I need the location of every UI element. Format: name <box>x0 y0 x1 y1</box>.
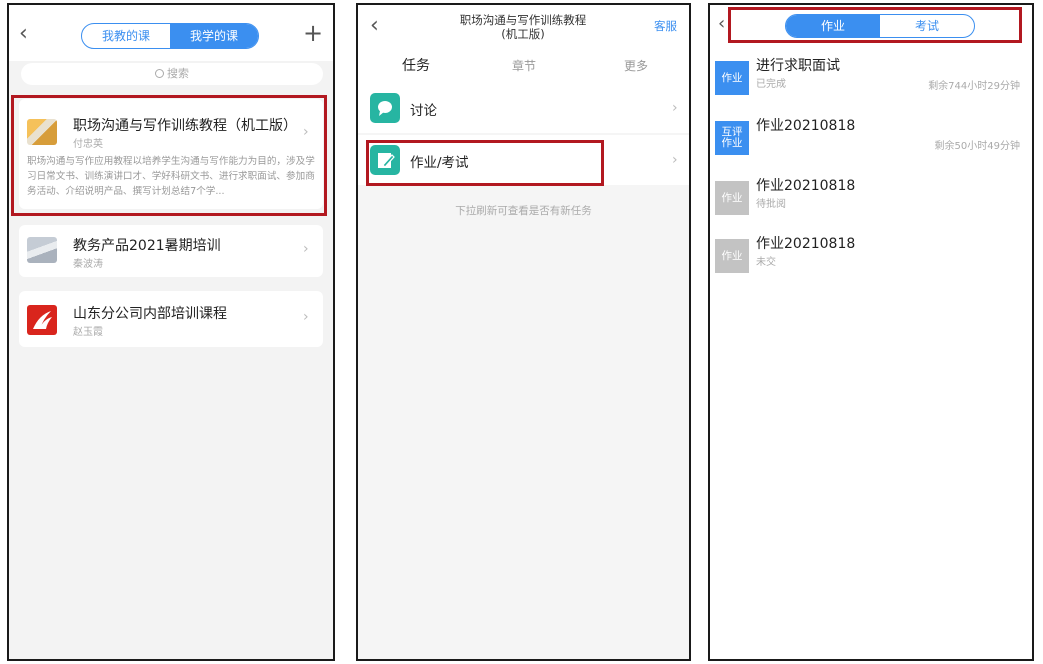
homework-status: 已完成 <box>756 79 786 90</box>
course-title: 职场沟通与写作训练教程（机工版） <box>73 118 297 134</box>
homework-item[interactable]: 互评 作业 作业20210818 剩余50小时49分钟 <box>710 113 1032 169</box>
peer-review-badge: 互评 作业 <box>715 121 749 155</box>
chevron-right-icon: › <box>303 309 309 325</box>
homework-item[interactable]: 作业 作业20210818 待批阅 <box>710 173 1032 229</box>
back-chevron-icon[interactable]: ‹ <box>19 23 28 45</box>
homework-title: 作业20210818 <box>756 118 856 134</box>
course-teacher: 秦波涛 <box>73 259 103 270</box>
homework-status: 未交 <box>756 257 776 268</box>
homework-title: 作业20210818 <box>756 178 856 194</box>
tab-learning-courses[interactable]: 我学的课 <box>170 24 258 48</box>
course-teacher: 赵玉霞 <box>73 327 103 338</box>
page-title: 职场沟通与写作训练教程 (机工版) <box>428 13 618 41</box>
chevron-right-icon: › <box>303 241 309 257</box>
course-title: 教务产品2021暑期培训 <box>73 238 221 254</box>
task-item-discussion[interactable]: 讨论 › <box>358 83 689 133</box>
homework-badge: 作业 <box>715 239 749 273</box>
homework-segment-control: 作业 考试 <box>785 14 975 38</box>
chevron-right-icon: › <box>672 100 678 116</box>
tab-more[interactable]: 更多 <box>624 57 648 74</box>
course-segment-control: 我教的课 我学的课 <box>81 23 259 49</box>
tab-exam[interactable]: 考试 <box>880 15 974 37</box>
tab-tasks[interactable]: 任务 <box>402 55 430 75</box>
discussion-bubble-icon <box>370 93 400 123</box>
homework-item[interactable]: 作业 作业20210818 未交 <box>710 231 1032 287</box>
chevron-right-icon: › <box>672 152 678 168</box>
homework-list-screen: ‹ 作业 考试 作业 进行求职面试 已完成 剩余744小时29分钟 互评 作业 … <box>708 3 1034 661</box>
homework-title: 进行求职面试 <box>756 58 840 74</box>
course-detail-screen: ‹ 职场沟通与写作训练教程 (机工版) 客服 任务 章节 更多 讨论 › 作业/… <box>356 3 691 661</box>
homework-badge: 作业 <box>715 181 749 215</box>
tab-homework[interactable]: 作业 <box>786 15 880 37</box>
homework-status: 待批阅 <box>756 199 786 210</box>
search-placeholder: 搜索 <box>167 67 189 80</box>
course-card[interactable]: 教务产品2021暑期培训 秦波涛 › <box>19 225 323 277</box>
course-thumbnail-icon <box>27 119 57 145</box>
course-card[interactable]: 职场沟通与写作训练教程（机工版） 付忠英 › 职场沟通与写作应用教程以培养学生沟… <box>19 99 323 209</box>
back-chevron-icon[interactable]: ‹ <box>718 15 725 33</box>
homework-badge: 作业 <box>715 61 749 95</box>
homework-title: 作业20210818 <box>756 236 856 252</box>
header: ‹ 我教的课 我学的课 + <box>9 5 333 61</box>
add-plus-icon[interactable]: + <box>303 21 323 45</box>
tab-teaching-courses[interactable]: 我教的课 <box>82 24 170 48</box>
homework-remaining-time: 剩余744小时29分钟 <box>928 81 1020 92</box>
task-item-label: 作业/考试 <box>410 155 469 171</box>
search-bar[interactable]: 搜索 <box>21 63 323 85</box>
course-thumbnail-icon <box>27 237 57 263</box>
homework-remaining-time: 剩余50小时49分钟 <box>934 141 1020 152</box>
page-title-line2: (机工版) <box>501 27 545 41</box>
homework-edit-icon <box>370 145 400 175</box>
course-description: 职场沟通与写作应用教程以培养学生沟通与写作能力为目的，涉及学习日常文书、训练演讲… <box>27 156 315 197</box>
badge-line2: 作业 <box>721 137 743 149</box>
course-card[interactable]: 山东分公司内部培训课程 赵玉霞 › <box>19 291 323 347</box>
chevron-right-icon: › <box>303 124 309 140</box>
task-item-homework-exam[interactable]: 作业/考试 › <box>358 135 689 185</box>
tab-chapters[interactable]: 章节 <box>512 57 536 74</box>
pull-refresh-hint: 下拉刷新可查看是否有新任务 <box>455 205 592 217</box>
customer-service-link[interactable]: 客服 <box>654 18 677 34</box>
task-item-label: 讨论 <box>410 103 437 119</box>
search-icon <box>155 69 164 78</box>
header: ‹ 职场沟通与写作训练教程 (机工版) 客服 任务 章节 更多 <box>358 5 689 89</box>
page-title-line1: 职场沟通与写作训练教程 <box>459 13 587 27</box>
homework-item[interactable]: 作业 进行求职面试 已完成 剩余744小时29分钟 <box>710 53 1032 109</box>
back-chevron-icon[interactable]: ‹ <box>370 15 379 37</box>
course-teacher: 付忠英 <box>73 139 103 150</box>
course-logo-icon <box>27 305 57 335</box>
my-courses-screen: ‹ 我教的课 我学的课 + 搜索 职场沟通与写作训练教程（机工版） 付忠英 › … <box>7 3 335 661</box>
course-title: 山东分公司内部培训课程 <box>73 306 227 322</box>
